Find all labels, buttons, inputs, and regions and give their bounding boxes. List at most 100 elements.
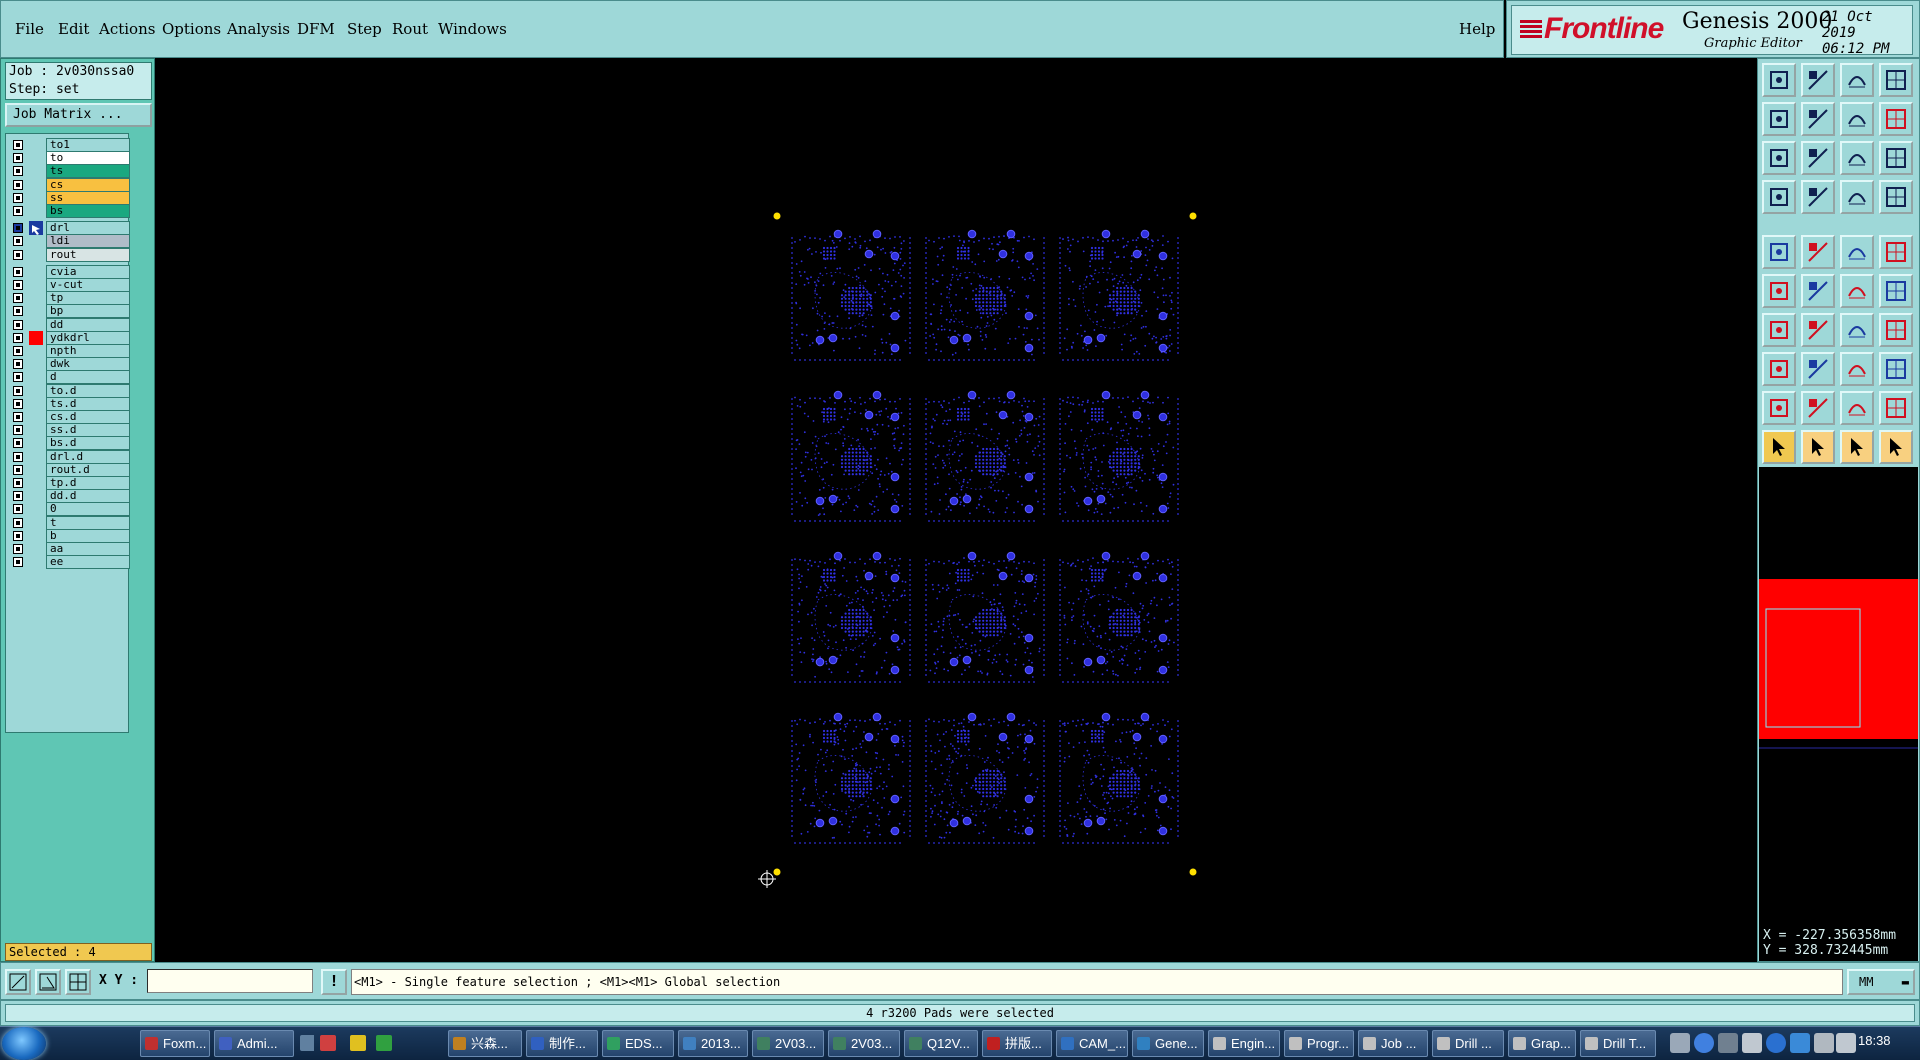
layer-row-0[interactable]: 0 — [9, 502, 130, 517]
layer-marker[interactable] — [29, 384, 43, 398]
overview-svg[interactable] — [1759, 467, 1918, 927]
layer-row-npth[interactable]: npth — [9, 344, 130, 358]
layer-name[interactable]: 0 — [46, 502, 130, 517]
layer-marker[interactable] — [29, 436, 43, 450]
layer-row-cs[interactable]: cs — [9, 177, 130, 192]
taskbar-item[interactable]: 2013... — [678, 1030, 748, 1057]
layer-row-to-d[interactable]: to.d — [9, 383, 130, 398]
layer-marker[interactable] — [29, 344, 43, 358]
transform-button[interactable] — [1879, 352, 1913, 386]
layer-row-ydkdrl[interactable]: ydkdrl — [9, 330, 130, 345]
split-view-button[interactable] — [1879, 63, 1913, 97]
select-pointer-button[interactable] — [1762, 430, 1796, 464]
layer-row-ss[interactable]: ss — [9, 190, 130, 205]
layer-row-cvia[interactable]: cvia — [9, 264, 130, 279]
layer-row-bp[interactable]: bp — [9, 304, 130, 319]
layer-checkbox[interactable] — [13, 179, 23, 190]
tray-help-icon[interactable] — [1694, 1033, 1714, 1053]
taskbar-item[interactable]: CAM_... — [1056, 1030, 1128, 1057]
layer-checkbox[interactable] — [13, 236, 23, 247]
layer-name[interactable]: bs.d — [46, 436, 130, 451]
layer-marker[interactable] — [29, 164, 43, 178]
menu-edit[interactable]: Edit — [58, 20, 89, 38]
overview-map[interactable] — [1759, 467, 1918, 927]
layer-name[interactable]: t — [46, 515, 130, 530]
layer-name[interactable]: bp — [46, 304, 130, 319]
pan-right-button[interactable] — [1801, 102, 1835, 136]
pan-left-button[interactable] — [1762, 102, 1796, 136]
menu-options[interactable]: Options — [162, 20, 221, 38]
layer-marker[interactable] — [29, 450, 43, 464]
layer-row-cs-d[interactable]: cs.d — [9, 410, 130, 424]
filter-popup-button[interactable] — [1879, 180, 1913, 214]
layer-row-dd-d[interactable]: dd.d — [9, 489, 130, 504]
layer-marker[interactable] — [29, 191, 43, 205]
layer-marker[interactable] — [29, 397, 43, 411]
delete-button[interactable] — [1801, 274, 1835, 308]
measure-button[interactable] — [1762, 180, 1796, 214]
layer-row-bs-d[interactable]: bs.d — [9, 436, 130, 451]
layer-marker[interactable] — [29, 330, 43, 345]
menu-rout[interactable]: Rout — [392, 20, 428, 38]
layer-marker[interactable] — [29, 265, 43, 279]
layer-checkbox[interactable] — [13, 206, 23, 216]
tray-volume-icon[interactable] — [1836, 1033, 1856, 1053]
layer-name[interactable]: ydkdrl — [46, 330, 130, 345]
layer-checkbox[interactable] — [13, 359, 23, 370]
layer-row-dd[interactable]: dd — [9, 317, 130, 332]
layer-marker[interactable] — [29, 318, 43, 332]
layer-name[interactable]: drl.d — [46, 449, 130, 464]
taskbar-item[interactable] — [348, 1030, 370, 1057]
minus-button[interactable] — [1801, 352, 1835, 386]
layer-checkbox[interactable] — [13, 557, 23, 568]
taskbar-item[interactable] — [298, 1030, 314, 1057]
layer-name[interactable]: dwk — [46, 357, 130, 372]
layer-name[interactable]: bs — [46, 204, 130, 218]
layer-name[interactable]: v-cut — [46, 278, 130, 292]
layer-name[interactable]: drl — [46, 221, 130, 236]
layer-marker[interactable] — [29, 555, 43, 569]
menu-windows[interactable]: Windows — [438, 20, 507, 38]
layer-checkbox[interactable] — [13, 153, 23, 164]
undo-button[interactable] — [1840, 102, 1874, 136]
connect-button[interactable] — [1762, 274, 1796, 308]
layer-marker[interactable] — [29, 234, 43, 248]
taskbar-item[interactable]: EDS... — [602, 1030, 674, 1057]
layer-name[interactable]: cs — [46, 177, 130, 192]
layer-row-ts-d[interactable]: ts.d — [9, 396, 130, 411]
layer-marker[interactable] — [29, 489, 43, 503]
layer-checkbox[interactable] — [13, 491, 23, 502]
grid-button[interactable] — [65, 969, 91, 995]
layer-row-rout-d[interactable]: rout.d — [9, 462, 130, 477]
layer-name[interactable]: ee — [46, 555, 130, 570]
layer-marker[interactable] — [29, 151, 43, 165]
select-route-button[interactable] — [1879, 430, 1913, 464]
help-button[interactable] — [1879, 141, 1913, 175]
layer-row-bs[interactable]: bs — [9, 204, 130, 218]
taskbar-item[interactable]: 2V03... — [828, 1030, 900, 1057]
layer-marker[interactable] — [29, 278, 43, 292]
layer-name[interactable]: ss.d — [46, 423, 130, 438]
layer-checkbox[interactable] — [13, 223, 23, 234]
layer-marker[interactable] — [29, 502, 43, 516]
clock[interactable]: 18:38 — [1858, 1033, 1891, 1048]
layer-name[interactable]: dd — [46, 317, 130, 332]
angle-tri-button[interactable] — [1762, 391, 1796, 425]
layer-row-tp-d[interactable]: tp.d — [9, 476, 130, 490]
layer-marker[interactable] — [29, 423, 43, 437]
taskbar-item[interactable]: Drill ... — [1432, 1030, 1504, 1057]
layer-row-dwk[interactable]: dwk — [9, 357, 130, 372]
tray-keyboard-icon[interactable] — [1670, 1033, 1690, 1053]
layer-marker[interactable] — [29, 291, 43, 305]
taskbar-item[interactable]: 拼版... — [982, 1030, 1052, 1057]
taskbar-item[interactable]: Grap... — [1508, 1030, 1576, 1057]
tray-arrow-icon[interactable] — [1718, 1033, 1738, 1053]
layer-checkbox[interactable] — [13, 306, 23, 317]
taskbar-item[interactable]: 制作... — [526, 1030, 598, 1057]
layer-row-to1[interactable]: to1 — [9, 138, 130, 152]
select-edit-button[interactable] — [1801, 430, 1835, 464]
filter-button[interactable] — [1840, 180, 1874, 214]
taskbar-item[interactable]: Admi... — [214, 1030, 294, 1057]
text-a-red-button[interactable] — [1840, 391, 1874, 425]
arc-button[interactable] — [1840, 274, 1874, 308]
